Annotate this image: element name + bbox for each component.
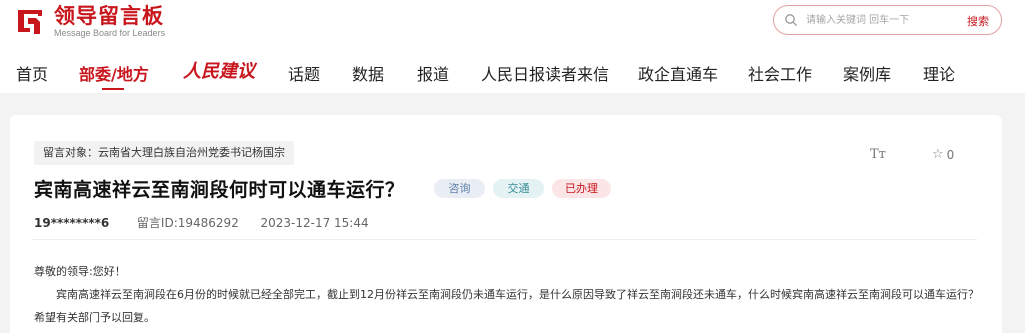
- nav-item-enterprise-express[interactable]: 政企直通车: [638, 61, 718, 85]
- nav-item-ministries-local[interactable]: 部委/地方: [79, 61, 149, 85]
- top-header: 领导留言板 Message Board for Leaders 搜索 首页 部委…: [0, 0, 1025, 93]
- nav-item-theory[interactable]: 理论: [923, 61, 955, 85]
- main-nav: 首页 部委/地方 人民建议 话题 数据 报道 人民日报读者来信 政企直通车 社会…: [0, 55, 1025, 91]
- message-content: 宾南高速祥云至南涧段在6月份的时候就已经全部完工，截止到12月份祥云至南涧段仍未…: [34, 288, 979, 324]
- active-nav-underline: [102, 88, 124, 90]
- favorite-count: 0: [946, 147, 955, 162]
- nav-item-home[interactable]: 首页: [16, 61, 48, 85]
- nav-item-case-library[interactable]: 案例库: [843, 61, 891, 85]
- logo-title: 领导留言板: [54, 3, 164, 28]
- nav-item-reader-letters[interactable]: 人民日报读者来信: [481, 61, 609, 85]
- search-input[interactable]: [806, 10, 956, 30]
- message-body: 尊敬的领导:您好！ 宾南高速祥云至南涧段在6月份的时候就已经全部完工，截止到12…: [34, 260, 979, 329]
- logo-icon: [18, 10, 42, 34]
- message-target-label: 留言对象：云南省大理白族自治州党委书记杨国宗: [34, 141, 294, 165]
- message-greeting: 尊敬的领导:您好！: [34, 265, 126, 278]
- tag-consult[interactable]: 咨询: [434, 179, 485, 198]
- nav-item-social-work[interactable]: 社会工作: [748, 61, 812, 85]
- message-id: 留言ID:19486292: [136, 216, 239, 230]
- message-meta: 19********6 留言ID:19486292 2023-12-17 15:…: [34, 214, 369, 231]
- tag-traffic[interactable]: 交通: [493, 179, 544, 198]
- search-button[interactable]: 搜索: [967, 13, 989, 29]
- favorite-button[interactable]: ☆ 0: [932, 147, 954, 162]
- message-user: 19********6: [34, 216, 110, 230]
- logo-subtitle: Message Board for Leaders: [54, 27, 166, 38]
- logo-text: 领导留言板 Message Board for Leaders: [54, 5, 165, 38]
- search-icon: [785, 14, 797, 26]
- site-logo[interactable]: 领导留言板 Message Board for Leaders: [16, 4, 165, 38]
- font-size-icon[interactable]: Tт: [870, 147, 886, 162]
- nav-item-topics[interactable]: 话题: [288, 61, 320, 85]
- star-icon: ☆: [932, 147, 944, 162]
- message-card: 留言对象：云南省大理白族自治州党委书记杨国宗 Tт ☆ 0 宾南高速祥云至南涧段…: [10, 115, 1002, 333]
- divider: [32, 239, 977, 240]
- nav-item-reports[interactable]: 报道: [417, 61, 449, 85]
- message-datetime: 2023-12-17 15:44: [260, 216, 369, 230]
- search-box: 搜索: [773, 5, 1002, 35]
- status-badge: 已办理: [552, 179, 611, 198]
- nav-item-data[interactable]: 数据: [352, 61, 384, 85]
- nav-item-people-suggestions[interactable]: 人民建议: [183, 57, 255, 83]
- message-title: 宾南高速祥云至南涧段何时可以通车运行？: [34, 179, 405, 201]
